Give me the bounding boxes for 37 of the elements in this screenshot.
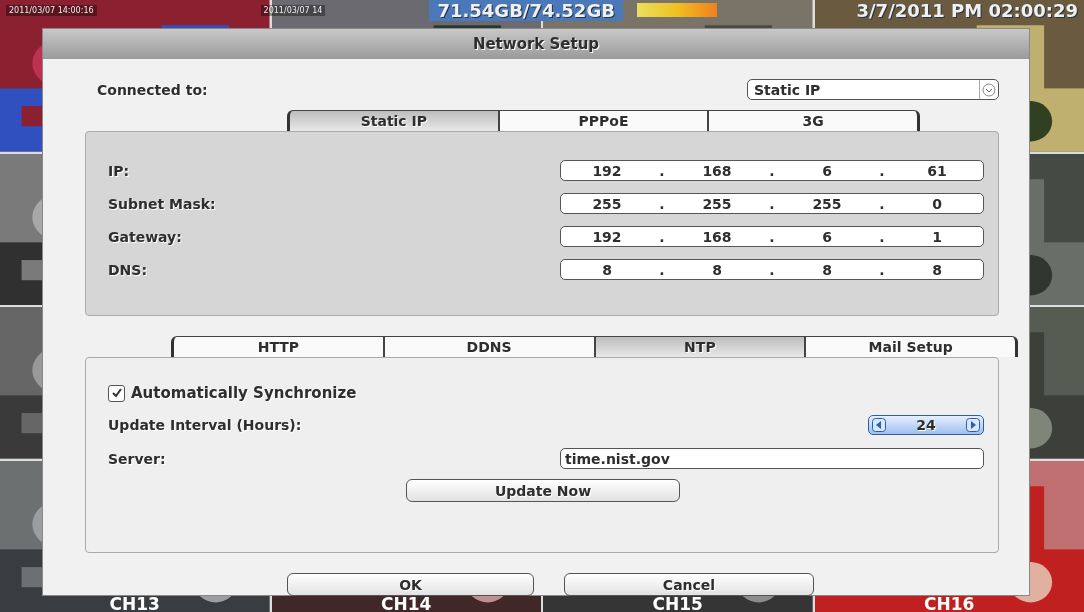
connection-dropdown[interactable]: Static IP bbox=[747, 79, 999, 100]
caret-icon bbox=[979, 80, 998, 99]
interval-spinner[interactable]: 24 bbox=[868, 415, 984, 435]
field-label: Connected to: bbox=[97, 81, 208, 98]
tab[interactable]: Static IP bbox=[287, 110, 499, 131]
clock: 3/7/2011 PM 02:00:29 bbox=[856, 0, 1078, 21]
tab[interactable]: HTTP bbox=[171, 336, 384, 357]
ip-field[interactable]: 255 . 255 . 255 . 0 bbox=[560, 193, 984, 214]
ip-field[interactable]: 192 . 168 . 6 . 61 bbox=[560, 160, 984, 181]
timestamp: 2011/03/07 14:00:16 bbox=[6, 4, 97, 16]
dialog-button[interactable]: Cancel bbox=[564, 573, 814, 596]
check-icon bbox=[110, 387, 123, 399]
ip-field[interactable]: 192 . 168 . 6 . 1 bbox=[560, 226, 984, 247]
dialog-button[interactable]: OK bbox=[287, 573, 534, 596]
server-field[interactable]: time.nist.gov bbox=[560, 448, 984, 469]
tab[interactable]: Mail Setup bbox=[805, 336, 1018, 357]
dialog-title: Network Setup bbox=[472, 35, 600, 53]
ip-field[interactable]: 8 . 8 . 8 . 8 bbox=[560, 259, 984, 280]
tab[interactable]: NTP bbox=[594, 336, 806, 357]
checkbox[interactable] bbox=[108, 384, 125, 402]
tab[interactable]: DDNS bbox=[383, 336, 595, 357]
tab[interactable]: 3G bbox=[708, 110, 920, 131]
field-label: DNS: bbox=[108, 261, 148, 278]
field-label: Update Interval (Hours): bbox=[108, 417, 302, 433]
checkbox-label: Automatically Synchronize bbox=[131, 384, 357, 402]
channel-label: CH14 bbox=[381, 596, 432, 612]
field-label: Subnet Mask: bbox=[108, 195, 216, 212]
field-label: Gateway: bbox=[108, 228, 182, 245]
timestamp: 2011/03/07 14 bbox=[260, 4, 326, 16]
channel-label: CH13 bbox=[109, 596, 160, 612]
channel-label: CH15 bbox=[652, 596, 703, 612]
field-label: Server: bbox=[108, 450, 166, 467]
disk-usage: 71.54GB/74.52GB bbox=[429, 0, 623, 21]
channel-label: CH16 bbox=[924, 596, 975, 612]
tab[interactable]: PPPoE bbox=[498, 110, 709, 131]
update-now-button[interactable]: Update Now bbox=[406, 479, 680, 502]
field-label: IP: bbox=[108, 162, 130, 179]
